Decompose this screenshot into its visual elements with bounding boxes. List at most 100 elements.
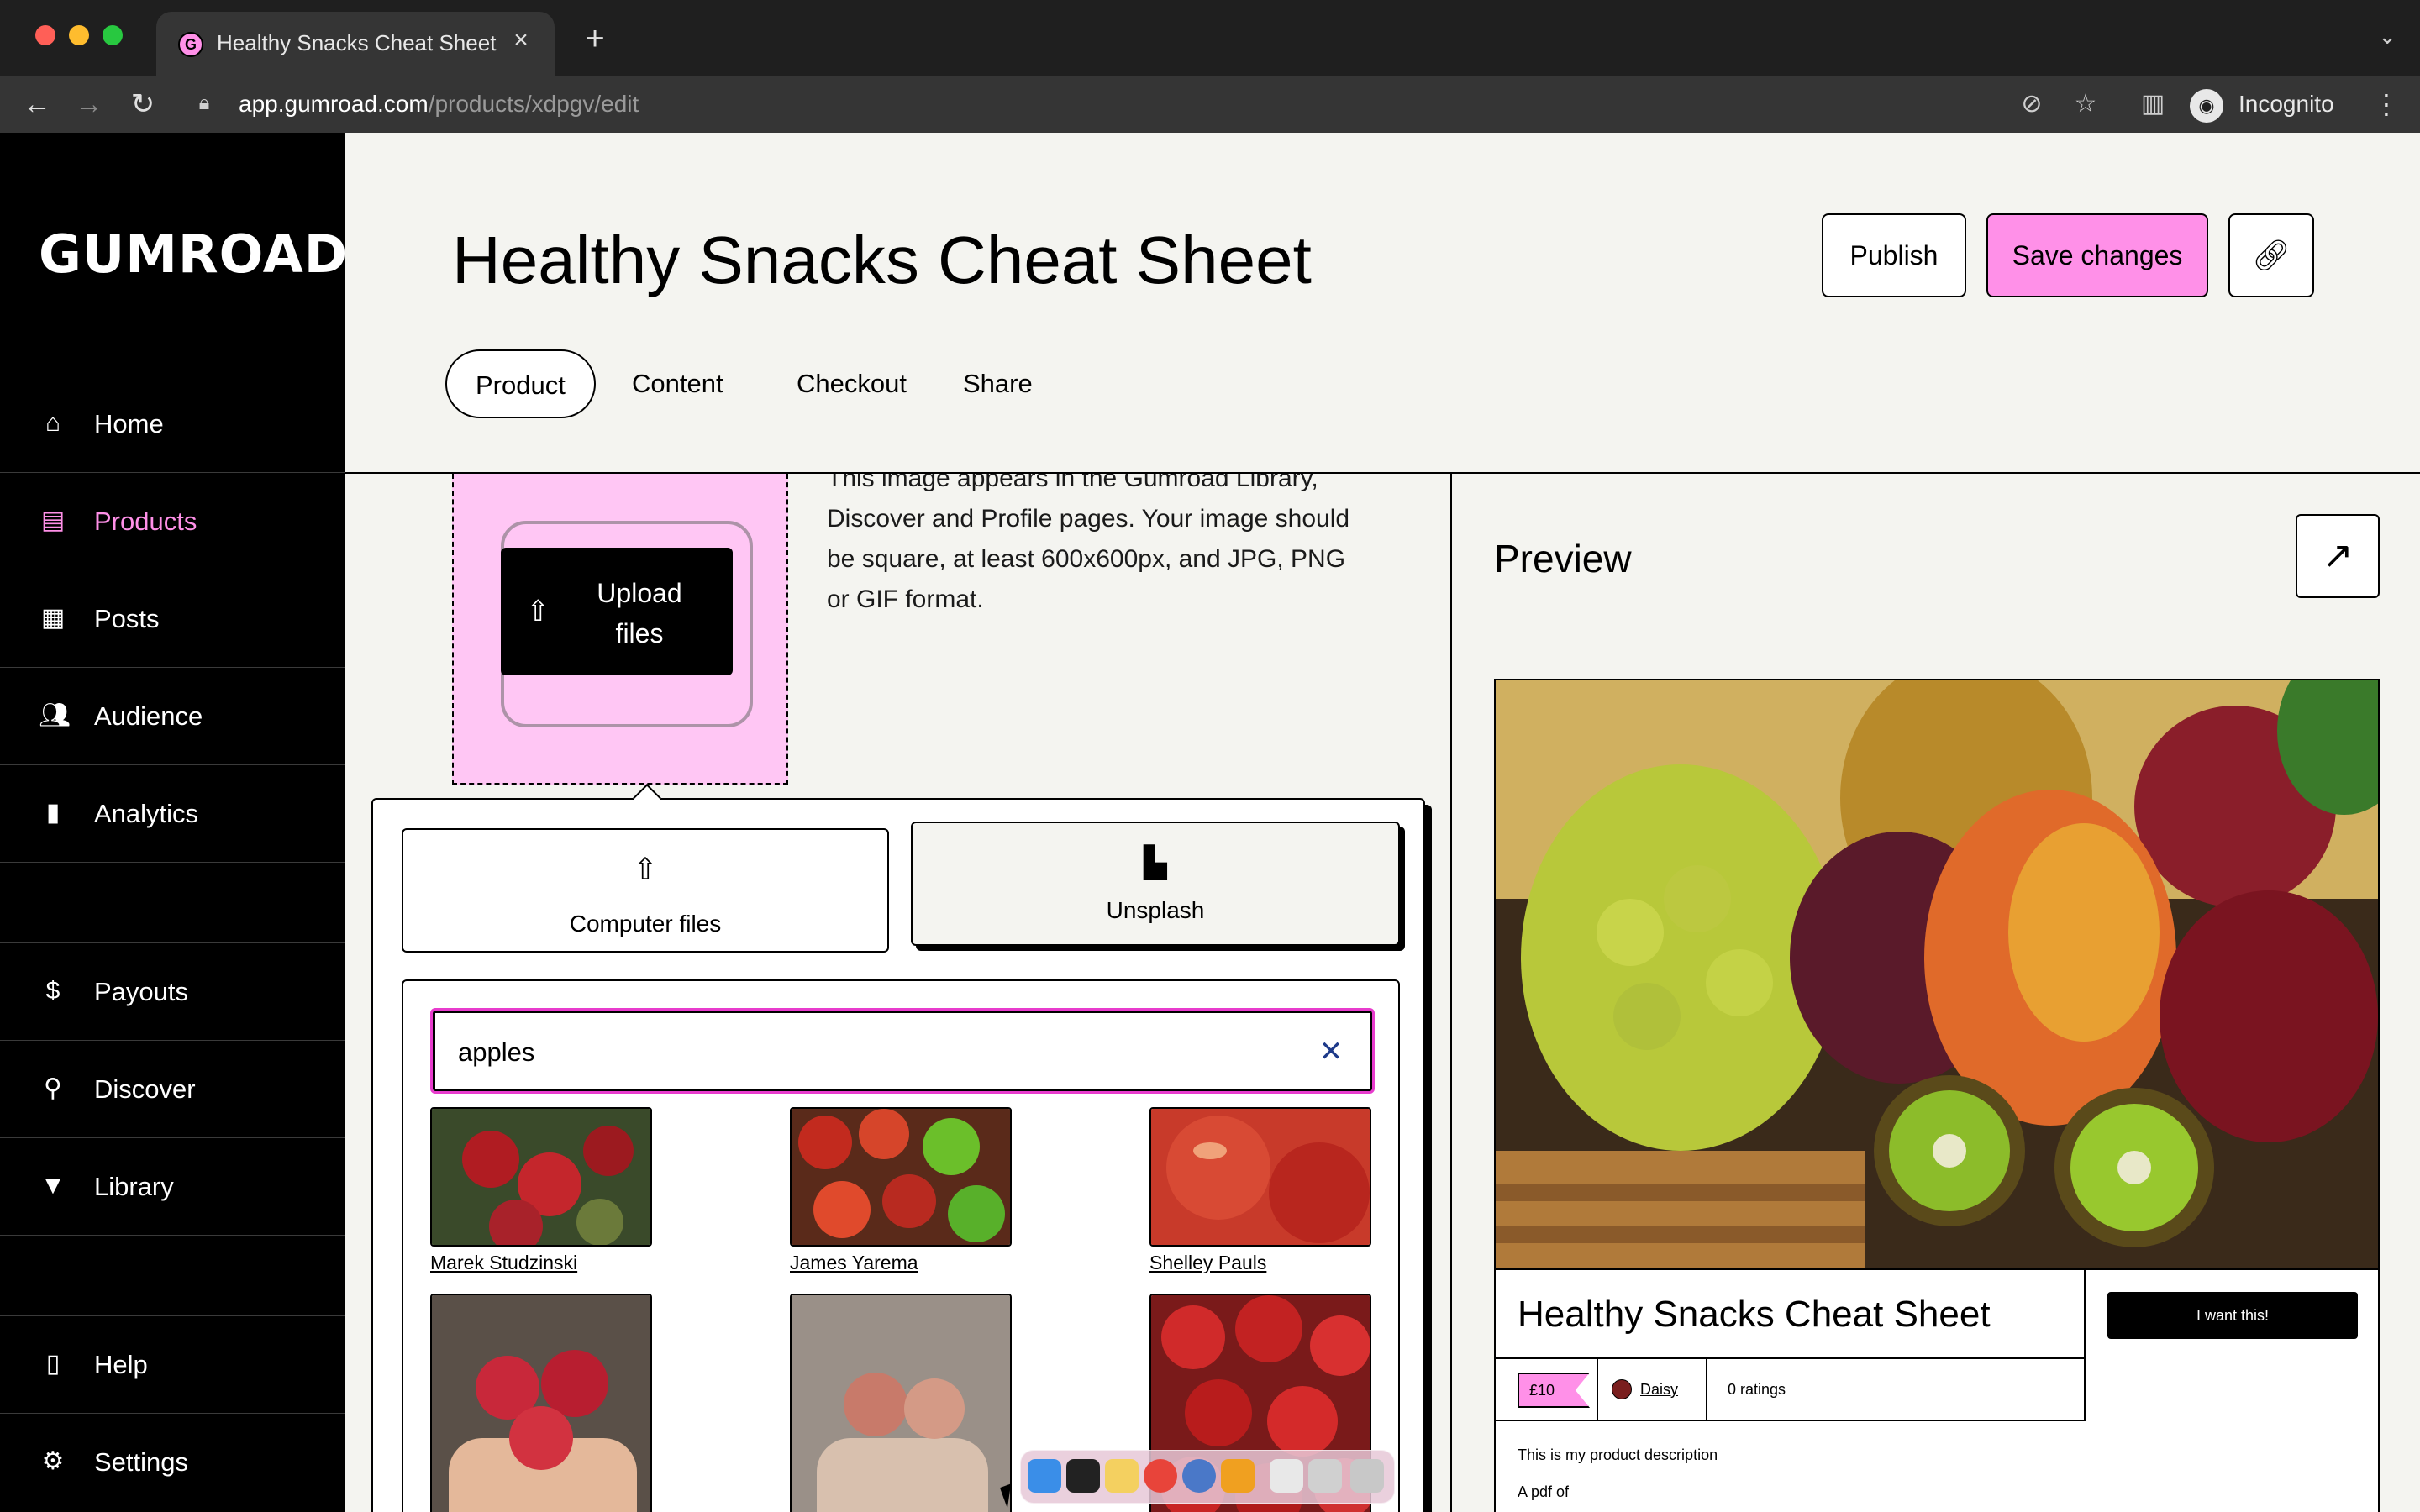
macos-dock: [1020, 1450, 1395, 1504]
chrome-icon[interactable]: [1144, 1459, 1177, 1493]
trash-icon[interactable]: [1350, 1459, 1384, 1493]
url-host: app.gumroad.com: [239, 91, 429, 117]
gear-icon: ⚙: [41, 1447, 65, 1475]
sidebar-item-discover[interactable]: ⚲ Discover: [0, 1040, 345, 1137]
sidebar-item-payouts[interactable]: $ Payouts: [0, 942, 345, 1040]
tab-title: Healthy Snacks Cheat Sheet: [217, 30, 497, 55]
preview-description-line: A pdf of: [1518, 1483, 1570, 1500]
close-tab-icon[interactable]: ×: [504, 24, 538, 57]
mixed-apples-photo: [792, 1109, 1010, 1245]
minimize-window-button[interactable]: [69, 25, 89, 45]
side-panel-icon[interactable]: ▥: [2134, 86, 2171, 123]
product-cover-image: [1496, 680, 2378, 1270]
divider: [1706, 1359, 1707, 1420]
sidebar: GUMROAD ⌂ Home ▤ Products ▦ Posts 👥︎ Aud…: [0, 133, 348, 1512]
chevron-down-icon[interactable]: ⌄: [2378, 24, 2396, 50]
page-title: Healthy Snacks Cheat Sheet: [452, 223, 1312, 297]
preview-app-icon[interactable]: [1270, 1459, 1303, 1493]
creator-link[interactable]: Daisy: [1640, 1381, 1678, 1399]
price-badge: £10: [1518, 1373, 1591, 1408]
sidebar-item-products[interactable]: ▤ Products: [0, 472, 345, 570]
tab-checkout[interactable]: Checkout: [768, 349, 935, 418]
sidebar-item-home[interactable]: ⌂ Home: [0, 375, 345, 472]
sidebar-item-settings[interactable]: ⚙ Settings: [0, 1413, 345, 1510]
utility-app-icon[interactable]: [1308, 1459, 1342, 1493]
unsplash-photo[interactable]: [430, 1107, 652, 1247]
sidebar-item-label: Audience: [94, 701, 203, 731]
photo-credit-link[interactable]: Shelley Pauls: [1150, 1252, 1266, 1274]
url-path: /products/xdpgv/edit: [428, 91, 639, 117]
back-arrow-icon[interactable]: ←: [18, 86, 55, 123]
tab-label: Computer files: [569, 911, 722, 937]
sidebar-item-label: Library: [94, 1172, 174, 1201]
open-preview-button[interactable]: ↗: [2296, 514, 2380, 598]
tab-content[interactable]: Content: [603, 349, 752, 418]
tab-computer-files[interactable]: ⇧ Computer files: [402, 828, 889, 953]
maximize-window-button[interactable]: [103, 25, 123, 45]
red-apples-photo: [1151, 1109, 1370, 1245]
save-changes-button[interactable]: Save changes: [1986, 213, 2208, 297]
eye-slash-icon[interactable]: ⊘: [2013, 86, 2050, 123]
reload-icon[interactable]: ↻: [124, 86, 161, 123]
sidebar-item-audience[interactable]: 👥︎ Audience: [0, 667, 345, 764]
photo-credit-link[interactable]: James Yarema: [790, 1252, 918, 1274]
photo-credit-link[interactable]: Marek Studzinski: [430, 1252, 577, 1274]
sidebar-item-analytics[interactable]: ▮ Analytics: [0, 764, 345, 862]
publish-button[interactable]: Publish: [1822, 213, 1966, 297]
store-icon: ⌂: [45, 409, 61, 437]
i-want-this-button[interactable]: I want this!: [2107, 1292, 2358, 1339]
clear-search-icon[interactable]: ✕: [1310, 1031, 1352, 1073]
profile-label[interactable]: Incognito: [2238, 91, 2334, 118]
browser-tab[interactable]: G Healthy Snacks Cheat Sheet ×: [156, 12, 555, 76]
address-bar[interactable]: app.gumroad.com/products/xdpgv/edit: [239, 91, 639, 118]
sidebar-item-label: Products: [94, 507, 197, 536]
fruit-basket-image: [1496, 680, 2378, 1268]
tab-unsplash[interactable]: ▙ Unsplash: [911, 822, 1400, 946]
preview-description: This is my product description: [1518, 1446, 1718, 1463]
terminal-icon[interactable]: [1066, 1459, 1100, 1493]
sidebar-spacer: [0, 862, 345, 942]
unsplash-photo[interactable]: [430, 1294, 652, 1512]
gumroad-logo[interactable]: GUMROAD: [39, 223, 348, 285]
sidebar-item-help[interactable]: ▯ Help: [0, 1315, 345, 1413]
unsplash-photo[interactable]: [1150, 1107, 1371, 1247]
unsplash-panel: ✕ Marek Studzinski J: [402, 979, 1400, 1512]
sidebar-item-label: Analytics: [94, 799, 199, 828]
popover-arrow: [633, 784, 661, 812]
notes-icon[interactable]: [1105, 1459, 1139, 1493]
sidebar-item-library[interactable]: ▼ Library: [0, 1137, 345, 1235]
image-picker-popover: ⇧ Computer files ▙ Unsplash ✕ Marek Stud: [371, 784, 1425, 1512]
unsplash-search-input[interactable]: [458, 1027, 1265, 1078]
hands-apples-muted-photo: [792, 1295, 1010, 1512]
unsplash-icon: ▙: [1144, 845, 1167, 879]
cover-help-text: This image appears in the Gumroad Librar…: [827, 474, 1350, 613]
sidebar-item-posts[interactable]: ▦ Posts: [0, 570, 345, 667]
more-menu-icon[interactable]: ⋮: [2370, 86, 2403, 123]
sidebar-item-label: Help: [94, 1350, 148, 1379]
preview-title: Preview: [1494, 537, 1632, 580]
finder-icon[interactable]: [1028, 1459, 1061, 1493]
apple-tree-photo: [432, 1109, 650, 1245]
browser-icon[interactable]: [1182, 1459, 1216, 1493]
unsplash-photo[interactable]: [790, 1107, 1012, 1247]
lightning-app-icon[interactable]: [1221, 1459, 1255, 1493]
upload-files-button[interactable]: ⇧ Upload files: [501, 548, 733, 675]
close-window-button[interactable]: [35, 25, 55, 45]
hands-holding-apples-photo: [432, 1295, 650, 1512]
link-icon: 🔗︎: [2252, 238, 2291, 272]
search-box: ✕: [430, 1008, 1375, 1094]
preview-pane: Preview ↗ Healthy Snacks Cheat Sheet £10…: [1454, 474, 2420, 1512]
incognito-icon[interactable]: ◉: [2190, 89, 2223, 123]
cover-dropzone[interactable]: ⇧ Upload files: [452, 474, 788, 785]
tab-product[interactable]: Product: [445, 349, 596, 418]
unsplash-photo[interactable]: [790, 1294, 1012, 1512]
sidebar-item-label: Posts: [94, 604, 160, 633]
preview-product-title-cell: Healthy Snacks Cheat Sheet: [1496, 1270, 2086, 1359]
star-icon[interactable]: ☆: [2067, 86, 2104, 123]
forward-arrow-icon[interactable]: →: [71, 86, 108, 123]
lock-icon[interactable]: 🔒︎: [192, 91, 217, 116]
new-tab-button[interactable]: +: [576, 20, 613, 57]
copy-link-button[interactable]: 🔗︎: [2228, 213, 2314, 297]
tab-share[interactable]: Share: [934, 349, 1061, 418]
upload-icon: ⇧: [632, 852, 659, 886]
